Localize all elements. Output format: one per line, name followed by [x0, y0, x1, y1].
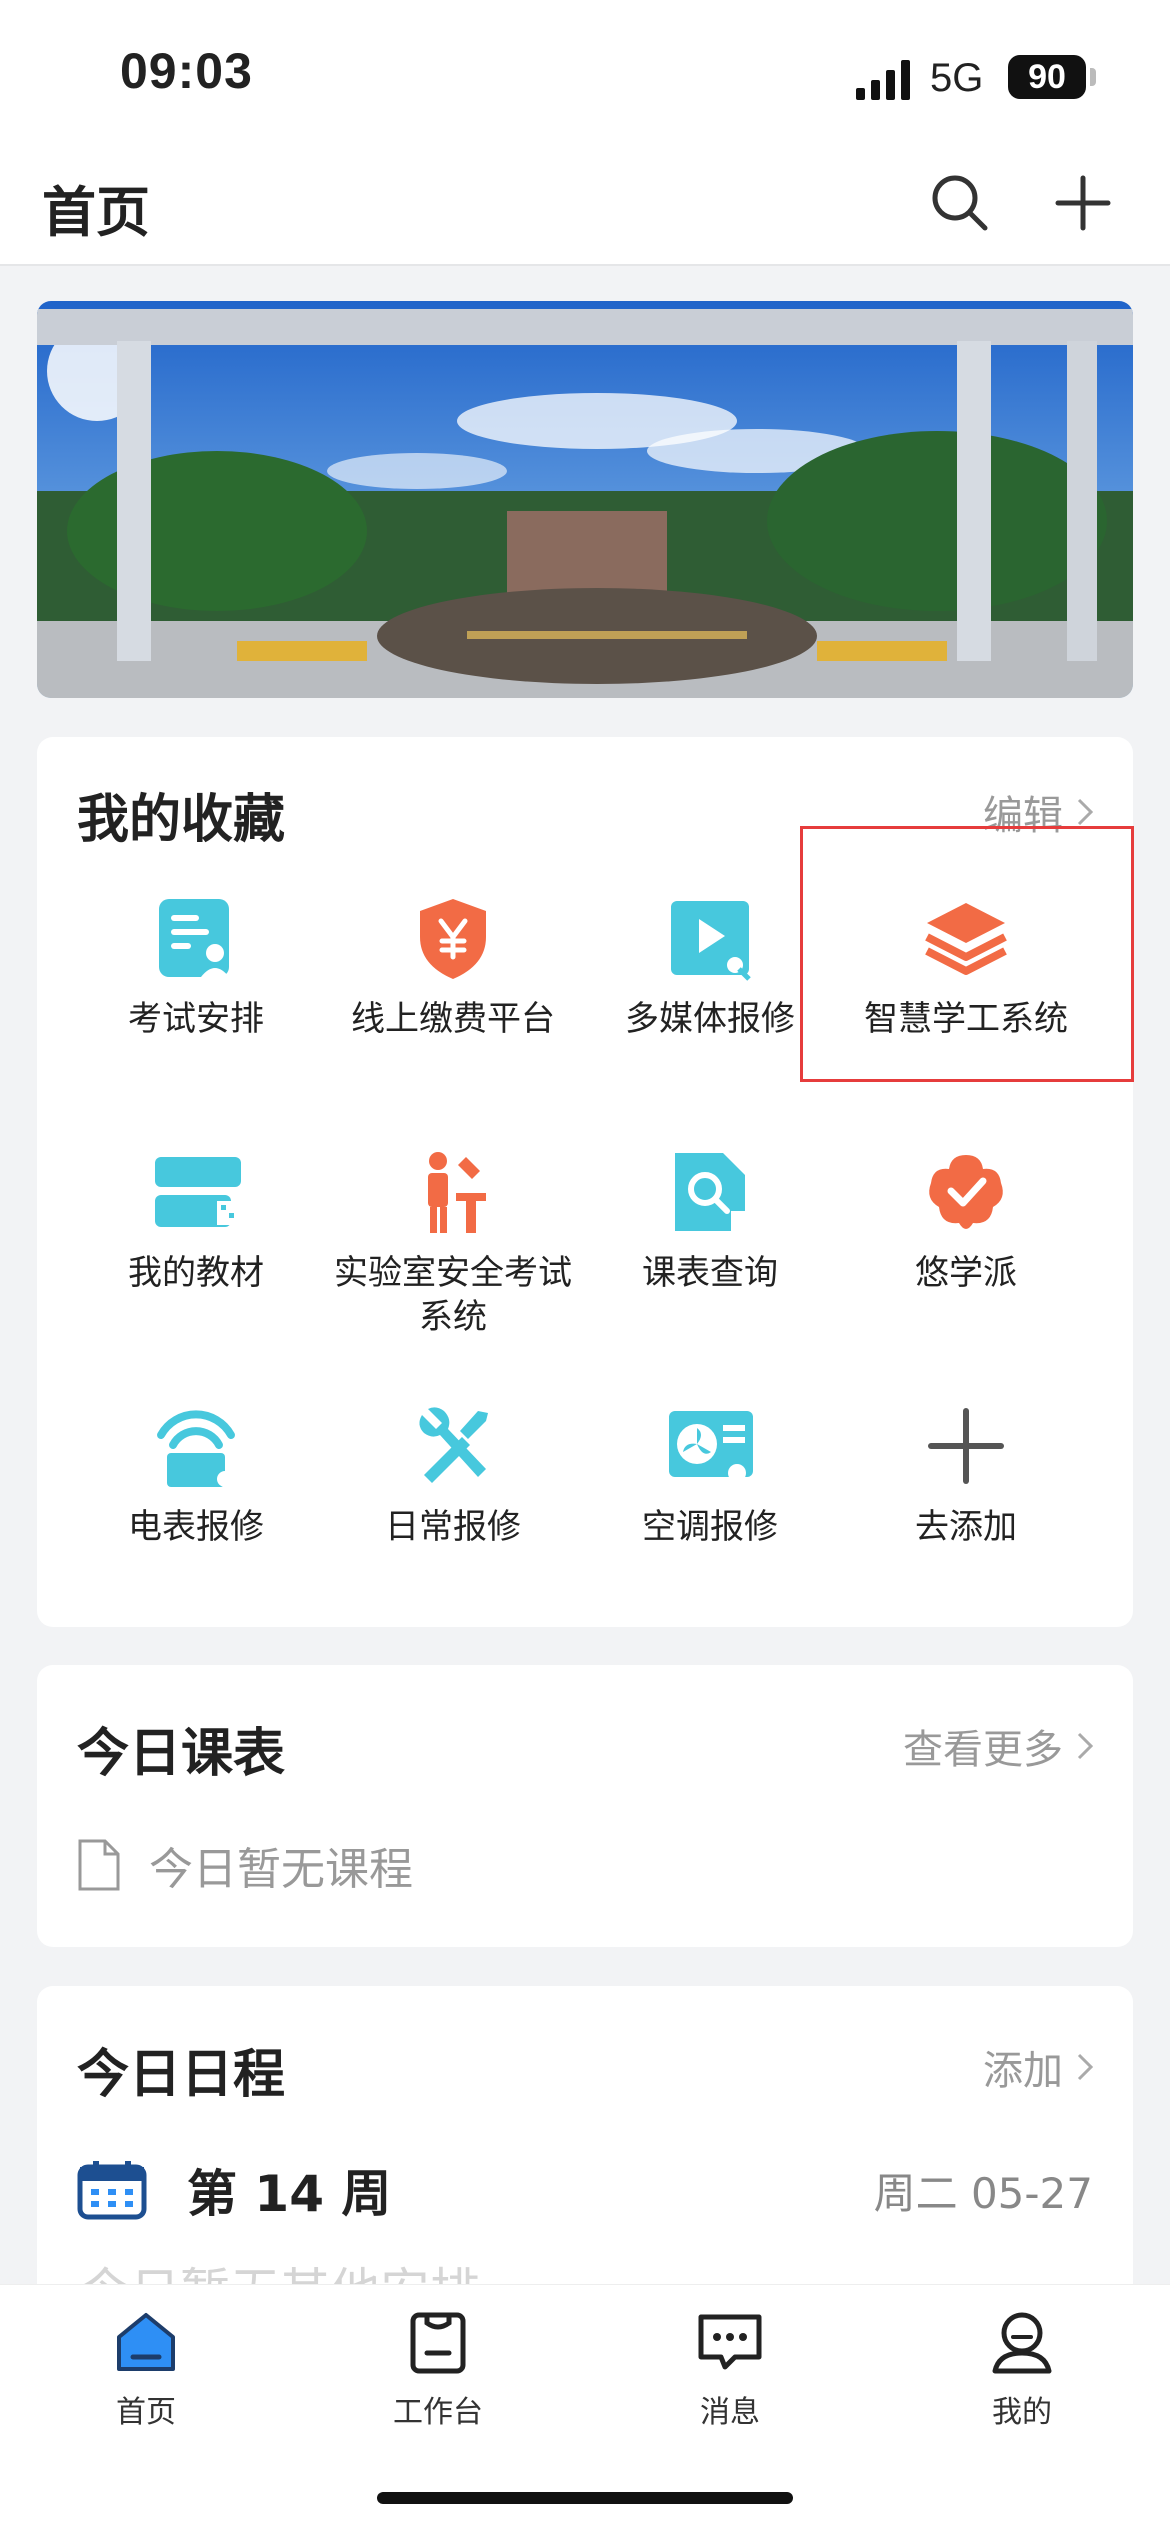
tab-home[interactable]: 首页 — [46, 2307, 246, 2431]
fav-label: 日常报修 — [385, 1507, 521, 1547]
top-header: 首页 — [0, 150, 1170, 266]
ac-repair-icon — [669, 1411, 753, 1482]
fav-label: 悠学派 — [915, 1253, 1017, 1293]
profile-icon — [992, 2312, 1052, 2374]
favorites-title: 我的收藏 — [77, 790, 286, 850]
fav-label: 考试安排 — [128, 999, 264, 1039]
meter-repair-icon — [157, 1410, 235, 1487]
fav-label: 电表报修 — [128, 1507, 264, 1547]
tab-label: 工作台 — [393, 2395, 483, 2430]
fav-meter-repair[interactable]: 电表报修 — [67, 1401, 325, 1549]
week-number: 第 14 周 — [187, 2165, 392, 2223]
fav-online-payment[interactable]: 线上缴费平台 — [324, 893, 582, 1041]
fav-daily-repair[interactable]: 日常报修 — [324, 1401, 582, 1549]
add-schedule-link[interactable]: 添加 — [983, 2038, 1093, 2096]
clipboard-icon — [410, 2312, 466, 2374]
signal-icon — [856, 60, 910, 100]
empty-classes-text: 今日暂无课程 — [149, 1844, 413, 1895]
tab-workbench[interactable]: 工作台 — [338, 2307, 538, 2431]
multimedia-repair-icon — [671, 901, 751, 981]
fav-add-more[interactable]: 去添加 — [837, 1401, 1095, 1549]
view-more-label: 查看更多 — [903, 1727, 1063, 1773]
fav-label: 空调报修 — [642, 1507, 778, 1547]
schedule-search-icon — [675, 1153, 751, 1233]
fav-label: 实验室安全考试系统 — [334, 1253, 572, 1337]
fav-youxuepai[interactable]: 悠学派 — [837, 1147, 1095, 1295]
payment-shield-icon — [420, 899, 486, 979]
fav-lab-safety-exam[interactable]: 实验室安全考试系统 — [324, 1147, 582, 1339]
fav-label: 去添加 — [915, 1507, 1017, 1547]
fav-label: 我的教材 — [128, 1253, 264, 1293]
tab-me[interactable]: 我的 — [922, 2307, 1122, 2431]
highlight-box — [800, 826, 1134, 1082]
youxuepai-icon — [929, 1155, 1003, 1229]
page-title: 首页 — [42, 181, 150, 244]
today-classes-title: 今日课表 — [77, 1724, 286, 1784]
tab-label: 我的 — [992, 2395, 1052, 2430]
schedule-date: 周二 05-27 — [873, 2168, 1093, 2218]
chevron-right-icon — [1077, 798, 1093, 826]
status-bar: 09:03 5G 90 — [0, 0, 1170, 150]
search-icon[interactable] — [925, 168, 995, 238]
plus-icon — [928, 1408, 1004, 1484]
network-type: 5G — [930, 56, 984, 100]
view-more-link[interactable]: 查看更多 — [903, 1717, 1093, 1775]
fav-label: 线上缴费平台 — [351, 999, 555, 1039]
calendar-icon — [77, 2161, 147, 2220]
today-schedule-title: 今日日程 — [77, 2045, 286, 2105]
fav-label: 课表查询 — [642, 1253, 778, 1293]
campus-banner-image[interactable] — [37, 301, 1133, 698]
fav-ac-repair[interactable]: 空调报修 — [581, 1401, 839, 1549]
tab-label: 消息 — [700, 2395, 760, 2430]
status-time: 09:03 — [120, 43, 253, 99]
document-icon — [78, 1839, 120, 1891]
week-row: 第 14 周 周二 05-27 — [77, 2154, 1093, 2226]
lab-safety-icon — [428, 1152, 486, 1233]
fav-exam-schedule[interactable]: 考试安排 — [67, 893, 325, 1041]
battery-icon: 90 — [1008, 55, 1086, 99]
home-indicator[interactable] — [377, 2492, 793, 2504]
chevron-right-icon — [1077, 2053, 1093, 2081]
today-classes-card: 今日课表 查看更多 今日暂无课程 — [37, 1665, 1133, 1947]
tools-icon — [419, 1407, 488, 1483]
add-label: 添加 — [983, 2048, 1063, 2094]
empty-classes-row: 今日暂无课程 — [77, 1833, 413, 1897]
tab-label: 首页 — [116, 2395, 176, 2430]
fav-my-textbooks[interactable]: 我的教材 — [67, 1147, 325, 1295]
chevron-right-icon — [1077, 1732, 1093, 1760]
battery-tip — [1090, 68, 1096, 86]
chat-bubble-icon — [698, 2314, 762, 2370]
exam-schedule-icon — [159, 899, 229, 977]
textbook-icon — [155, 1157, 241, 1227]
add-icon[interactable] — [1048, 168, 1118, 238]
tab-messages[interactable]: 消息 — [630, 2307, 830, 2431]
home-icon — [117, 2313, 175, 2371]
fav-schedule-query[interactable]: 课表查询 — [581, 1147, 839, 1295]
